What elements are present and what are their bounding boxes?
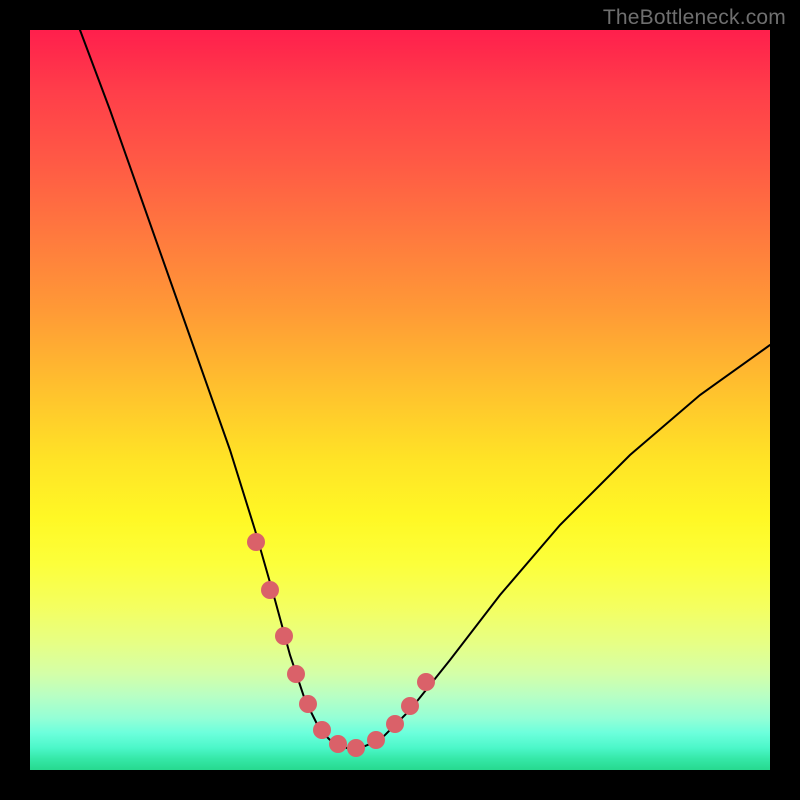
marker-dot [287,665,305,683]
marker-dot [313,721,331,739]
chart-svg [30,30,770,770]
marker-dot [299,695,317,713]
marker-dot [347,739,365,757]
marker-dot [367,731,385,749]
highlight-markers [247,533,435,757]
marker-dot [401,697,419,715]
marker-dot [247,533,265,551]
bottleneck-curve [80,30,770,750]
marker-dot [386,715,404,733]
marker-dot [417,673,435,691]
marker-dot [261,581,279,599]
chart-frame [30,30,770,770]
watermark-text: TheBottleneck.com [603,6,786,30]
marker-dot [329,735,347,753]
marker-dot [275,627,293,645]
